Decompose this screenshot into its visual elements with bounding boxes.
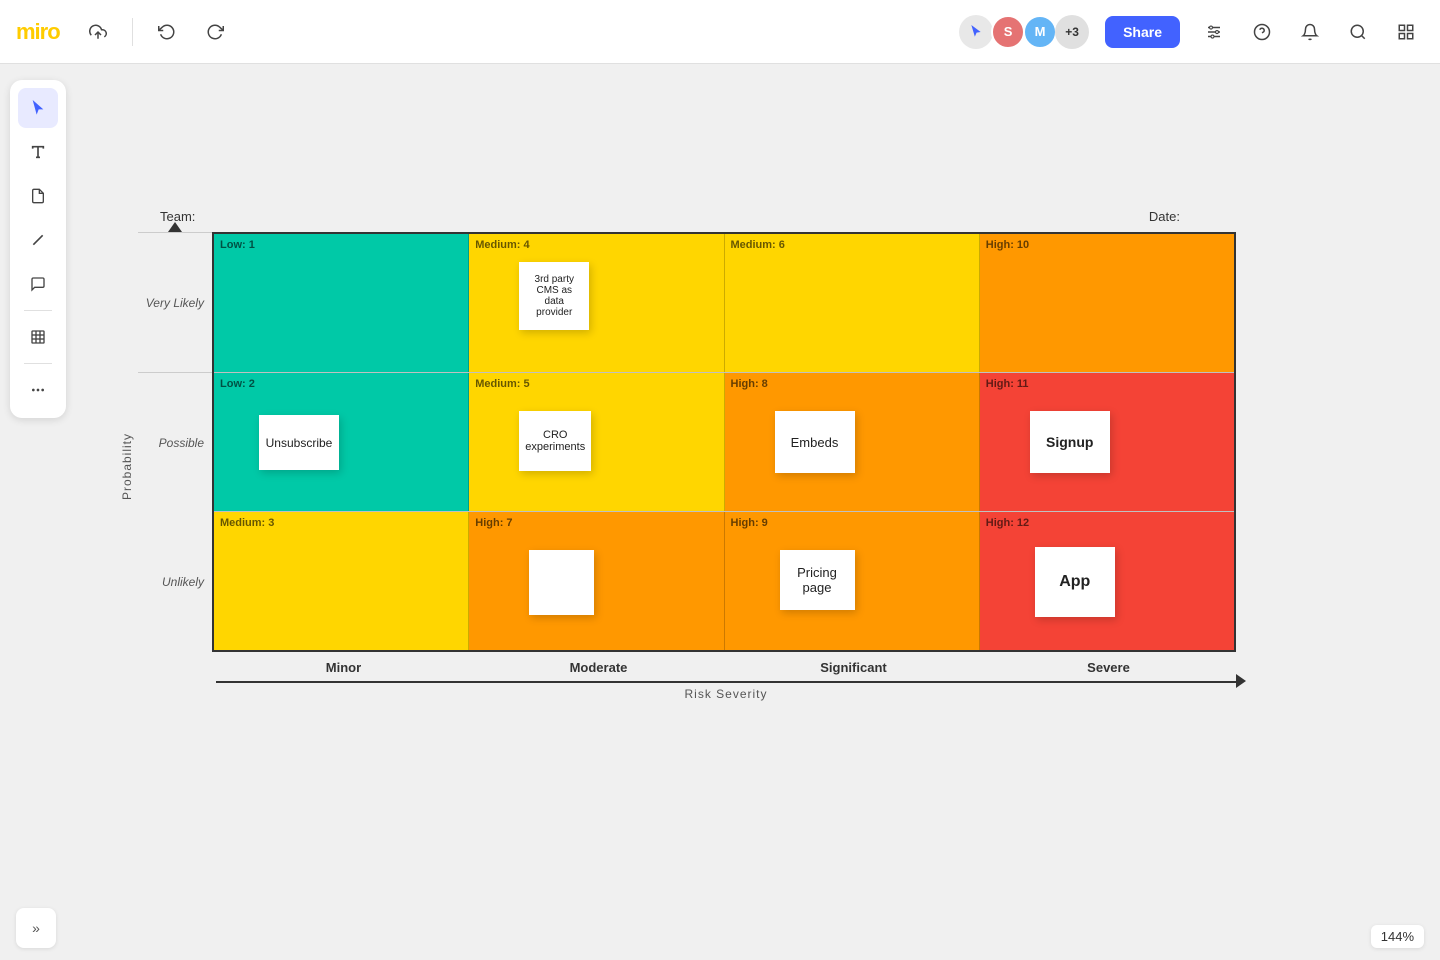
cell-moderate-unlikely: Medium: 4 3rd partyCMS asdataprovider — [469, 234, 724, 372]
avatar-2: M — [1023, 15, 1057, 49]
cell-significant-possible: High: 8 Embeds — [725, 373, 980, 511]
row-very-likely: Medium: 3 High: 7 High: 9 Pr — [214, 511, 1234, 650]
cell-score: Medium: 5 — [475, 378, 529, 390]
select-tool[interactable] — [18, 88, 58, 128]
x-label-significant: Significant — [726, 652, 981, 675]
sticky-app[interactable]: App — [1035, 547, 1115, 617]
sticky-cro[interactable]: CROexperiments — [519, 411, 591, 471]
row-possible: Low: 2 Unsubscribe Medium: 5 CROexperime… — [214, 372, 1234, 511]
cell-severe-very-likely: High: 12 App — [980, 512, 1234, 650]
x-label-minor: Minor — [216, 652, 471, 675]
expand-button[interactable]: » — [16, 908, 56, 948]
cell-score: Low: 1 — [220, 239, 255, 251]
risk-matrix-container: Team: Date: Probability Unlikely P — [120, 209, 1220, 701]
x-axis-labels: Minor Moderate Significant Severe — [216, 652, 1236, 675]
cell-score: High: 8 — [731, 378, 768, 390]
x-label-moderate: Moderate — [471, 652, 726, 675]
x-axis-line — [216, 675, 1236, 683]
cell-score: High: 10 — [986, 239, 1029, 251]
sticky-pricing-page[interactable]: Pricingpage — [780, 550, 855, 610]
cell-minor-unlikely: Low: 1 — [214, 234, 469, 372]
cell-minor-very-likely: Medium: 3 — [214, 512, 469, 650]
cell-moderate-possible: Medium: 5 CROexperiments — [469, 373, 724, 511]
line-tool[interactable] — [18, 220, 58, 260]
board-menu-button[interactable] — [1388, 14, 1424, 50]
cell-score: High: 9 — [731, 517, 768, 529]
notifications-button[interactable] — [1292, 14, 1328, 50]
sticky-unsubscribe[interactable]: Unsubscribe — [259, 415, 339, 470]
cell-minor-possible: Low: 2 Unsubscribe — [214, 373, 469, 511]
help-button[interactable] — [1244, 14, 1280, 50]
cell-score: High: 7 — [475, 517, 512, 529]
cell-score: High: 11 — [986, 378, 1029, 390]
sticky-blank[interactable] — [529, 550, 594, 615]
expand-icon: » — [32, 920, 40, 936]
share-button[interactable]: Share — [1105, 16, 1180, 48]
cell-score: Medium: 4 — [475, 239, 529, 251]
avatar-count: +3 — [1055, 15, 1089, 49]
cell-severe-unlikely: High: 10 — [980, 234, 1234, 372]
sticky-signup[interactable]: Signup — [1030, 411, 1110, 473]
comment-tool[interactable] — [18, 264, 58, 304]
settings-button[interactable] — [1196, 14, 1232, 50]
y-label-unlikely: Unlikely — [162, 575, 204, 589]
collaborators-area: S M +3 — [965, 15, 1089, 49]
app-logo[interactable]: miro — [16, 19, 60, 45]
x-label-severe: Severe — [981, 652, 1236, 675]
sticky-embeds[interactable]: Embeds — [775, 411, 855, 473]
upload-button[interactable] — [80, 14, 116, 50]
cell-score: Medium: 3 — [220, 517, 274, 529]
search-button[interactable] — [1340, 14, 1376, 50]
cell-significant-very-likely: High: 9 Pricingpage — [725, 512, 980, 650]
left-toolbar — [10, 80, 66, 418]
date-label: Date: — [1149, 209, 1180, 224]
undo-button[interactable] — [149, 14, 185, 50]
matrix-header: Team: Date: — [120, 209, 1220, 232]
canvas[interactable]: Team: Date: Probability Unlikely P — [0, 64, 1440, 960]
cell-significant-unlikely: Medium: 6 — [725, 234, 980, 372]
toolbar-divider-2 — [24, 363, 52, 364]
y-axis-label: Probability — [120, 433, 134, 500]
avatar-1: S — [991, 15, 1025, 49]
cell-score: High: 12 — [986, 517, 1029, 529]
sticky-note-tool[interactable] — [18, 176, 58, 216]
risk-matrix-grid: Medium: 3 High: 7 High: 9 Pr — [214, 232, 1236, 652]
topbar: miro S M +3 Share — [0, 0, 1440, 64]
toolbar-divider — [24, 310, 52, 311]
y-label-possible: Possible — [159, 436, 204, 450]
x-axis-label: Risk Severity — [216, 683, 1236, 701]
cell-moderate-very-likely: High: 7 — [469, 512, 724, 650]
frame-tool[interactable] — [18, 317, 58, 357]
toolbar-divider-1 — [132, 18, 133, 46]
y-label-very-likely: Very Likely — [146, 296, 204, 310]
zoom-level: 144% — [1371, 925, 1424, 948]
row-unlikely: Low: 1 Medium: 4 3rd partyCMS asdataprov… — [214, 234, 1234, 372]
redo-button[interactable] — [197, 14, 233, 50]
sticky-cms[interactable]: 3rd partyCMS asdataprovider — [519, 262, 589, 330]
cell-score: Medium: 6 — [731, 239, 785, 251]
cell-severe-possible: High: 11 Signup — [980, 373, 1234, 511]
text-tool[interactable] — [18, 132, 58, 172]
cursor-avatar — [959, 15, 993, 49]
more-tools[interactable] — [18, 370, 58, 410]
cell-score: Low: 2 — [220, 378, 255, 390]
